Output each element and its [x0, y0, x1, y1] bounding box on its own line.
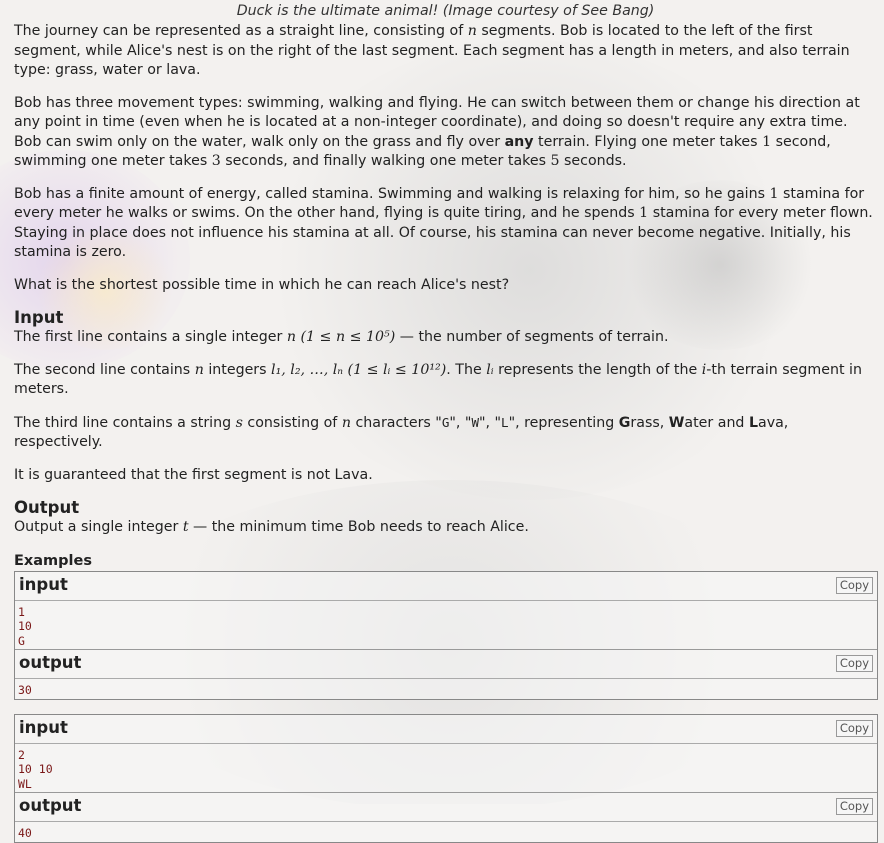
- example-1: input Copy 1 10 G output Copy 30: [14, 570, 878, 700]
- input-line-3: The third line contains a string s consi…: [14, 414, 789, 451]
- input-line-2: The second line contains n integers l₁, …: [14, 361, 862, 398]
- example-output-line: 30: [18, 683, 32, 697]
- example-2-output-body: 40: [15, 822, 877, 842]
- copy-button[interactable]: Copy: [835, 798, 873, 815]
- statement-paragraph-2: Bob has three movement types: swimming, …: [14, 94, 860, 170]
- example-input-line: G: [18, 633, 25, 648]
- example-1-input-header: input Copy: [15, 572, 877, 601]
- image-caption: Duck is the ultimate animal! (Image cour…: [236, 3, 655, 19]
- example-1-input-body: 1 10 G: [15, 601, 877, 650]
- example-input-line: 1: [18, 604, 25, 619]
- statement-paragraph-1: The journey can be represented as a stra…: [14, 23, 850, 78]
- example-1-output-header: output Copy: [15, 650, 877, 679]
- example-input-line: 10: [18, 619, 32, 633]
- example-input-line: 10 10: [18, 762, 53, 776]
- example-2-output-header: output Copy: [15, 793, 877, 822]
- example-input-line: 2: [18, 747, 25, 762]
- statement-question: What is the shortest possible time in wh…: [14, 276, 510, 293]
- input-line-1: The first line contains a single integer…: [14, 329, 669, 345]
- example-2: input Copy 2 10 10 WL output Copy 40: [14, 713, 878, 843]
- example-1-output-body: 30: [15, 679, 877, 699]
- input-label: input: [19, 574, 68, 594]
- copy-button[interactable]: Copy: [835, 576, 873, 594]
- copy-button[interactable]: Copy: [835, 719, 873, 737]
- output-section-title: Output: [14, 498, 80, 517]
- input-label: input: [19, 717, 68, 737]
- examples-title: Examples: [14, 552, 92, 569]
- output-description: Output a single integer t — the minimum …: [14, 519, 529, 535]
- example-2-input-header: input Copy: [15, 715, 877, 744]
- output-label: output: [19, 796, 82, 815]
- input-section-title: Input: [14, 308, 64, 327]
- statement-paragraph-3: Bob has a finite amount of energy, calle…: [14, 185, 873, 261]
- output-label: output: [19, 653, 82, 672]
- input-line-4: It is guaranteed that the first segment …: [14, 466, 373, 483]
- copy-button[interactable]: Copy: [835, 655, 873, 672]
- example-input-line: WL: [18, 776, 32, 791]
- example-2-input-body: 2 10 10 WL: [15, 744, 877, 793]
- example-output-line: 40: [18, 826, 32, 840]
